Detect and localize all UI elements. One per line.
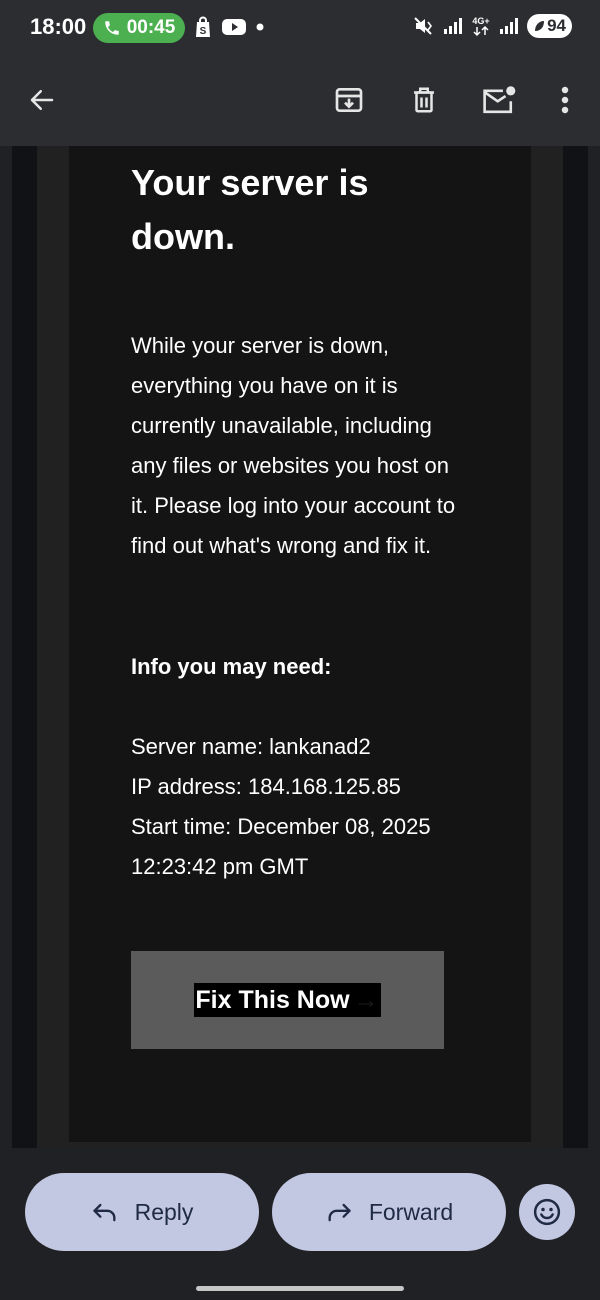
start-time-line: Start time: December 08, 2025 bbox=[131, 814, 431, 839]
delete-button[interactable] bbox=[402, 78, 446, 122]
reply-icon bbox=[92, 1203, 116, 1222]
signal-icon bbox=[444, 18, 463, 34]
call-timer: 00:45 bbox=[126, 17, 176, 38]
forward-button[interactable]: Forward bbox=[272, 1173, 506, 1251]
ip-address-line: IP address: 184.168.125.85 bbox=[131, 774, 401, 799]
cta-label-box: Fix This Now → bbox=[194, 983, 381, 1017]
4g-data-icon: 4G+ bbox=[472, 16, 490, 37]
server-name-line: Server name: lankanad2 bbox=[131, 734, 371, 759]
svg-text:S: S bbox=[200, 26, 207, 37]
more-options-button[interactable] bbox=[543, 78, 587, 122]
arrow-right-icon: → bbox=[353, 985, 379, 1014]
emoji-reaction-button[interactable] bbox=[519, 1184, 575, 1240]
archive-button[interactable] bbox=[327, 78, 371, 122]
home-indicator[interactable] bbox=[196, 1286, 404, 1291]
forward-label: Forward bbox=[368, 1198, 454, 1225]
cta-label: Fix This Now bbox=[195, 985, 350, 1014]
fix-this-now-button[interactable]: Fix This Now → bbox=[131, 951, 444, 1049]
email-paragraph: While your server is down, everything yo… bbox=[131, 333, 456, 558]
system-indicators: 4G+ 94 bbox=[413, 14, 572, 38]
start-time-line-2: 12:23:42 pm GMT bbox=[131, 854, 309, 879]
battery-indicator: 94 bbox=[527, 14, 572, 38]
youtube-icon bbox=[222, 19, 246, 35]
archive-icon bbox=[335, 88, 363, 112]
mark-unread-button[interactable] bbox=[477, 78, 521, 122]
signal-icon bbox=[500, 18, 519, 34]
info-heading: Info you may need: bbox=[131, 654, 332, 679]
svg-text:4G+: 4G+ bbox=[472, 16, 489, 26]
status-bar: 18:00 00:45 S 4G+ 94 bbox=[0, 0, 600, 56]
back-button[interactable] bbox=[20, 78, 64, 122]
delete-icon bbox=[414, 87, 434, 113]
mark-unread-icon bbox=[483, 86, 516, 114]
more-vert-icon bbox=[561, 86, 569, 114]
reply-label: Reply bbox=[134, 1198, 194, 1225]
ongoing-call-chip[interactable]: 00:45 bbox=[93, 13, 185, 43]
vibrate-mute-icon bbox=[414, 17, 433, 35]
status-time: 18:00 bbox=[30, 14, 87, 39]
smiley-icon bbox=[533, 1198, 561, 1226]
battery-level: 94 bbox=[547, 16, 566, 35]
server-info: Server name: lankanad2 IP address: 184.1… bbox=[131, 727, 471, 887]
email-headline: Your server is down. bbox=[131, 162, 369, 257]
reply-button[interactable]: Reply bbox=[25, 1173, 259, 1251]
phone-icon bbox=[104, 21, 119, 35]
shopping-bag-icon: S bbox=[196, 16, 210, 37]
battery-saver-icon bbox=[535, 21, 545, 31]
dot-icon bbox=[256, 23, 264, 31]
back-arrow-icon bbox=[30, 90, 54, 110]
forward-icon bbox=[328, 1203, 351, 1222]
app-bar bbox=[0, 56, 600, 146]
notification-icons: S bbox=[194, 16, 264, 38]
